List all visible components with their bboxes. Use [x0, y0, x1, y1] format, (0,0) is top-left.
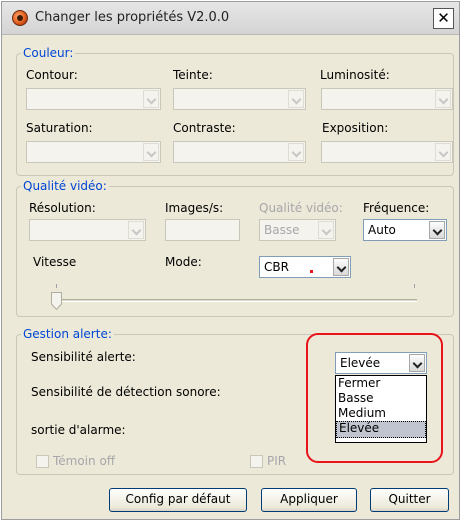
title-bar: Changer les propriétés V2.0.0 ✕ — [2, 2, 459, 35]
slider-tick-end — [414, 284, 415, 288]
sortie-label: sortie d'alarme: — [31, 423, 126, 437]
vitesse-slider-track[interactable] — [55, 299, 417, 302]
sonore-label: Sensibilité de détection sonore: — [31, 385, 221, 399]
teinte-select[interactable] — [173, 88, 306, 110]
contraste-select[interactable] — [173, 141, 306, 163]
saturation-select[interactable] — [26, 141, 161, 163]
frequence-select[interactable]: Auto — [363, 219, 447, 241]
chevron-down-icon — [429, 221, 445, 239]
alerte-legend: Gestion alerte: — [23, 327, 112, 341]
apply-button[interactable]: Appliquer — [261, 488, 357, 512]
frequence-value: Auto — [368, 223, 396, 237]
chevron-down-icon — [435, 90, 451, 108]
contour-label: Contour: — [26, 68, 78, 82]
qualite-value: Basse — [264, 223, 300, 237]
video-group: Qualité vidéo: — [16, 179, 454, 317]
cursor-marker — [310, 270, 313, 273]
chevron-down-icon — [128, 221, 144, 239]
contour-select[interactable] — [26, 88, 161, 110]
resolution-label: Résolution: — [29, 201, 96, 215]
couleur-legend: Couleur: — [23, 46, 74, 60]
exposition-select[interactable] — [321, 141, 453, 163]
app-icon — [12, 10, 28, 26]
luminosite-select[interactable] — [321, 88, 453, 110]
temoin-checkbox[interactable] — [36, 455, 49, 468]
chevron-down-icon — [333, 258, 349, 276]
resolution-select[interactable] — [29, 219, 146, 241]
chevron-down-icon — [288, 143, 304, 161]
properties-window: Changer les propriétés V2.0.0 ✕ Couleur:… — [1, 1, 460, 520]
exposition-label: Exposition: — [322, 121, 389, 135]
mode-select[interactable]: CBR — [259, 256, 351, 278]
chevron-down-icon — [143, 143, 159, 161]
qualite-select[interactable]: Basse — [259, 219, 336, 241]
saturation-label: Saturation: — [26, 121, 93, 135]
images-label: Images/s: — [165, 201, 224, 215]
quit-button[interactable]: Quitter — [370, 488, 449, 512]
images-input[interactable] — [165, 219, 240, 241]
frequence-label: Fréquence: — [363, 201, 430, 215]
vitesse-label: Vitesse — [33, 255, 77, 269]
contraste-label: Contraste: — [173, 121, 236, 135]
annotation-highlight — [306, 333, 443, 463]
vitesse-slider-thumb[interactable] — [51, 292, 62, 311]
luminosite-label: Luminosité: — [320, 68, 390, 82]
window-title: Changer les propriétés V2.0.0 — [35, 10, 230, 25]
chevron-down-icon — [143, 90, 159, 108]
default-config-button[interactable]: Config par défaut — [109, 488, 247, 512]
temoin-label: Témoin off — [53, 454, 116, 468]
qualite-label: Qualité vidéo: — [259, 201, 343, 215]
mode-label: Mode: — [165, 255, 202, 269]
mode-value: CBR — [264, 260, 289, 274]
pir-checkbox[interactable] — [250, 455, 263, 468]
video-legend: Qualité vidéo: — [23, 179, 107, 193]
close-button[interactable]: ✕ — [433, 8, 454, 29]
teinte-label: Teinte: — [173, 68, 213, 82]
sensibilite-label: Sensibilité alerte: — [31, 350, 136, 364]
chevron-down-icon — [435, 143, 451, 161]
chevron-down-icon — [318, 221, 334, 239]
pir-label: PIR — [267, 454, 287, 468]
chevron-down-icon — [288, 90, 304, 108]
slider-tick-start — [56, 284, 57, 288]
